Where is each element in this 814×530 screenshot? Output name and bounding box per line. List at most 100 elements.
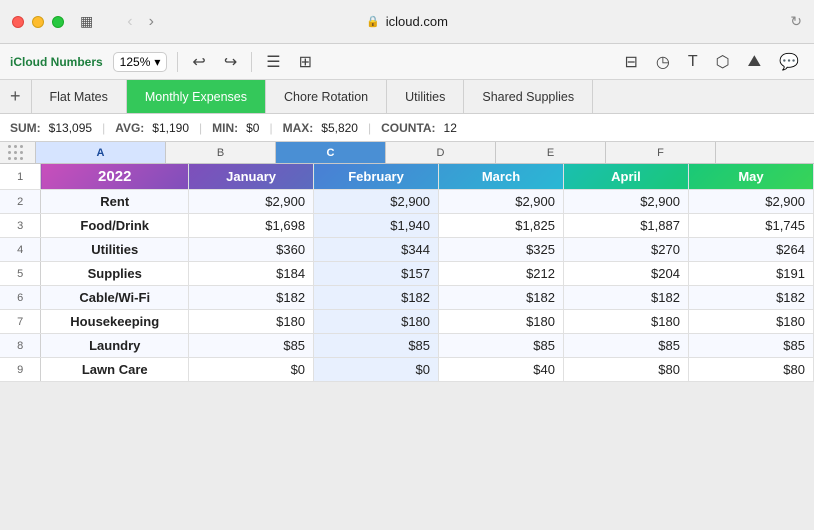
cell-c4[interactable]: $344	[314, 238, 439, 262]
cell-b3[interactable]: $1,698	[189, 214, 314, 238]
cell-a9[interactable]: Lawn Care	[41, 358, 189, 382]
cell-e9[interactable]: $80	[563, 358, 688, 382]
spreadsheet-table[interactable]: 1 2022 January February March April May …	[0, 164, 814, 382]
cell-b1[interactable]: January	[189, 164, 314, 190]
cell-b2[interactable]: $2,900	[189, 190, 314, 214]
grid-view-button[interactable]: ⊞	[295, 50, 316, 74]
corner-cell	[0, 142, 36, 163]
comment-button[interactable]: 💬	[774, 49, 804, 75]
cell-f8[interactable]: $85	[688, 334, 813, 358]
cell-e8[interactable]: $85	[563, 334, 688, 358]
cell-b9[interactable]: $0	[189, 358, 314, 382]
cell-a2[interactable]: Rent	[41, 190, 189, 214]
row-num-3: 3	[0, 214, 41, 238]
cell-d7[interactable]: $180	[439, 310, 564, 334]
cell-a6[interactable]: Cable/Wi-Fi	[41, 286, 189, 310]
cell-d1[interactable]: March	[439, 164, 564, 190]
tab-utilities[interactable]: Utilities	[387, 80, 464, 113]
spreadsheet-area[interactable]: A B C D E F 1 2022 January February Marc…	[0, 142, 814, 530]
cell-e5[interactable]: $204	[563, 262, 688, 286]
table-row: 9 Lawn Care $0 $0 $40 $80 $80	[0, 358, 814, 382]
cell-f9[interactable]: $80	[688, 358, 813, 382]
forward-button[interactable]: ›	[143, 11, 160, 33]
shape-button[interactable]: ⬡	[711, 49, 735, 75]
sidebar-toggle[interactable]: ▦	[72, 11, 101, 32]
add-sheet-button[interactable]: +	[0, 80, 32, 113]
app-label: iCloud Numbers	[10, 55, 103, 69]
numbers-toolbar: iCloud Numbers 125% ▾ ↩ ↪ ☰ ⊞ ⊟ ◷ T ⬡ ⛰ …	[0, 44, 814, 80]
col-header-a[interactable]: A	[36, 142, 166, 163]
reload-button[interactable]: ↻	[790, 13, 802, 30]
cell-e3[interactable]: $1,887	[563, 214, 688, 238]
cell-b4[interactable]: $360	[189, 238, 314, 262]
cell-a5[interactable]: Supplies	[41, 262, 189, 286]
cell-c3[interactable]: $1,940	[314, 214, 439, 238]
cell-d2[interactable]: $2,900	[439, 190, 564, 214]
cell-a1[interactable]: 2022	[41, 164, 189, 190]
undo-button[interactable]: ↩	[188, 50, 209, 74]
cell-e2[interactable]: $2,900	[563, 190, 688, 214]
row-num-5: 5	[0, 262, 41, 286]
col-header-e[interactable]: E	[496, 142, 606, 163]
cell-e6[interactable]: $182	[563, 286, 688, 310]
redo-button[interactable]: ↪	[220, 50, 241, 74]
cell-f1[interactable]: May	[688, 164, 813, 190]
cell-d8[interactable]: $85	[439, 334, 564, 358]
col-header-f[interactable]: F	[606, 142, 716, 163]
cell-b8[interactable]: $85	[189, 334, 314, 358]
tab-monthly-expenses[interactable]: Monthly Expenses	[127, 80, 266, 113]
cell-e1[interactable]: April	[563, 164, 688, 190]
cell-f5[interactable]: $191	[688, 262, 813, 286]
minimize-button[interactable]	[32, 16, 44, 28]
cell-b7[interactable]: $180	[189, 310, 314, 334]
toolbar-right: ⊟ ◷ T ⬡ ⛰ 💬	[620, 49, 805, 75]
close-button[interactable]	[12, 16, 24, 28]
cell-a4[interactable]: Utilities	[41, 238, 189, 262]
min-value: $0	[246, 121, 259, 135]
cell-f3[interactable]: $1,745	[688, 214, 813, 238]
col-header-d[interactable]: D	[386, 142, 496, 163]
cell-c9[interactable]: $0	[314, 358, 439, 382]
tab-shared-supplies[interactable]: Shared Supplies	[464, 80, 593, 113]
zoom-control[interactable]: 125% ▾	[113, 52, 168, 72]
cell-c1[interactable]: February	[314, 164, 439, 190]
cell-d5[interactable]: $212	[439, 262, 564, 286]
list-view-button[interactable]: ☰	[262, 50, 284, 74]
text-button[interactable]: T	[683, 50, 703, 74]
back-button[interactable]: ‹	[121, 11, 138, 33]
cell-f7[interactable]: $180	[688, 310, 813, 334]
cell-c2[interactable]: $2,900	[314, 190, 439, 214]
sum-label: SUM:	[10, 121, 41, 135]
maximize-button[interactable]	[52, 16, 64, 28]
cell-b5[interactable]: $184	[189, 262, 314, 286]
title-bar: ▦ ‹ › 🔒 icloud.com ↻	[0, 0, 814, 44]
counta-label: COUNTA:	[381, 121, 435, 135]
tab-flat-mates[interactable]: Flat Mates	[32, 80, 127, 113]
url-area[interactable]: 🔒 icloud.com	[366, 14, 448, 29]
table-row: 4 Utilities $360 $344 $325 $270 $264	[0, 238, 814, 262]
tab-chore-rotation[interactable]: Chore Rotation	[266, 80, 387, 113]
cell-e7[interactable]: $180	[563, 310, 688, 334]
cell-d3[interactable]: $1,825	[439, 214, 564, 238]
cell-a3[interactable]: Food/Drink	[41, 214, 189, 238]
cell-f4[interactable]: $264	[688, 238, 813, 262]
cell-b6[interactable]: $182	[189, 286, 314, 310]
cell-d4[interactable]: $325	[439, 238, 564, 262]
cell-c5[interactable]: $157	[314, 262, 439, 286]
formula-bar: SUM: $13,095 | AVG: $1,190 | MIN: $0 | M…	[0, 114, 814, 142]
cell-c7[interactable]: $180	[314, 310, 439, 334]
table-button[interactable]: ⊟	[620, 49, 643, 75]
cell-c8[interactable]: $85	[314, 334, 439, 358]
col-header-b[interactable]: B	[166, 142, 276, 163]
cell-c6[interactable]: $182	[314, 286, 439, 310]
cell-e4[interactable]: $270	[563, 238, 688, 262]
cell-d9[interactable]: $40	[439, 358, 564, 382]
chart-button[interactable]: ◷	[651, 49, 675, 75]
cell-f2[interactable]: $2,900	[688, 190, 813, 214]
cell-f6[interactable]: $182	[688, 286, 813, 310]
col-header-c[interactable]: C	[276, 142, 386, 163]
cell-a7[interactable]: Housekeeping	[41, 310, 189, 334]
media-button[interactable]: ⛰	[743, 50, 766, 74]
cell-d6[interactable]: $182	[439, 286, 564, 310]
cell-a8[interactable]: Laundry	[41, 334, 189, 358]
